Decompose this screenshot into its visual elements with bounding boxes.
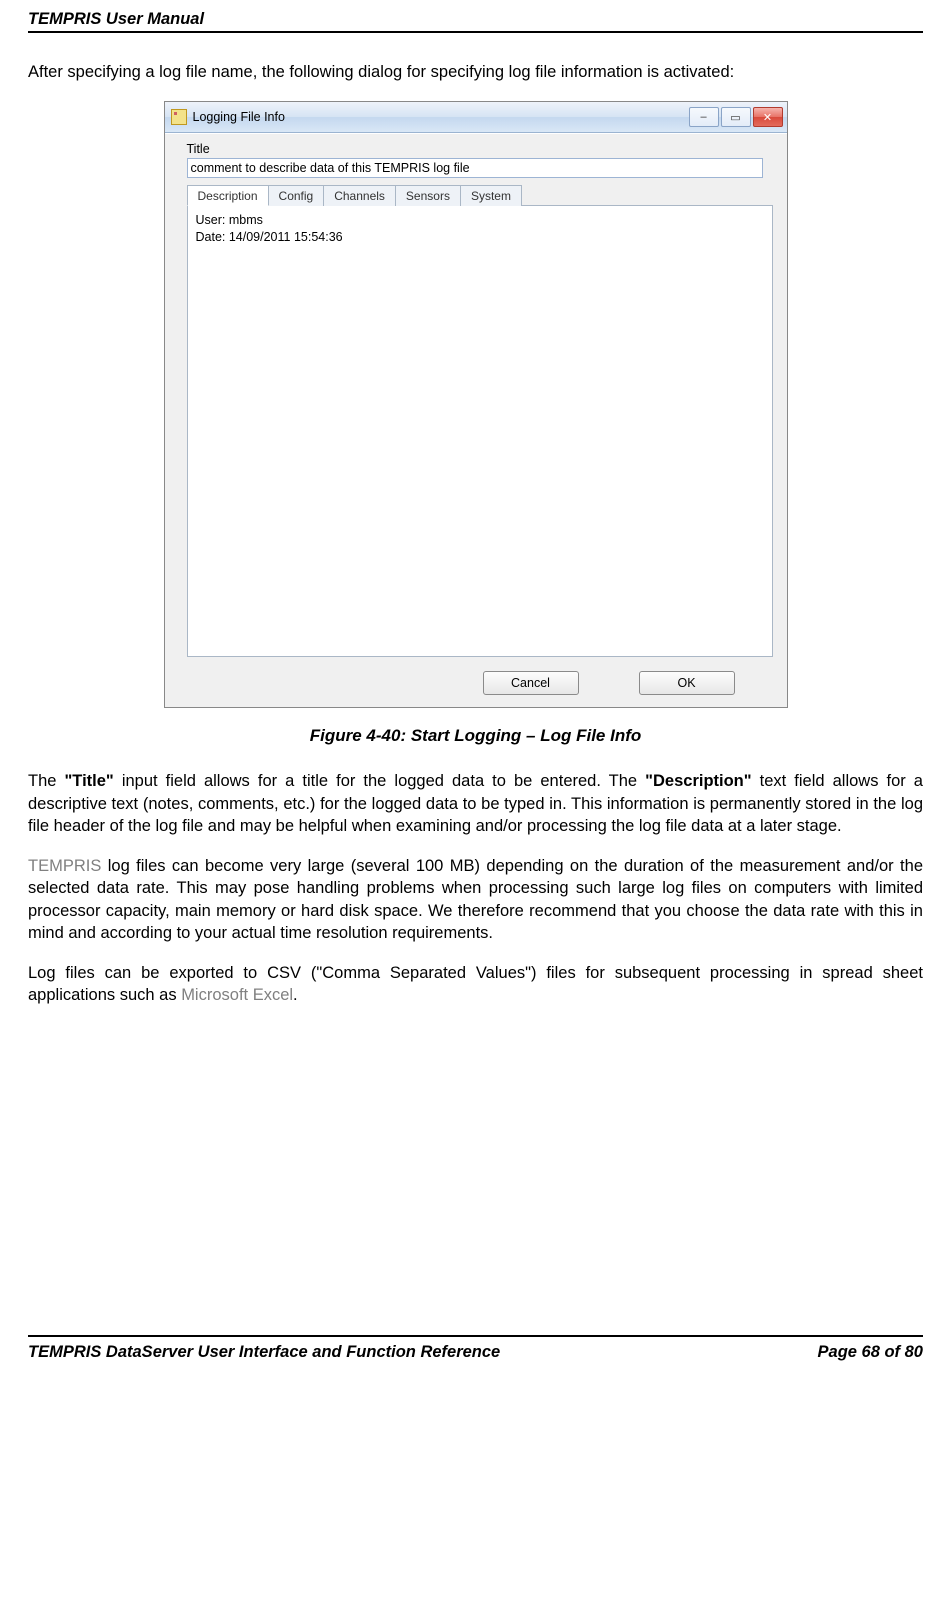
header-rule	[28, 31, 923, 33]
dialog-screenshot: Logging File Info – ▭ ✕ Title Descriptio…	[164, 101, 788, 708]
footer-rule	[28, 1335, 923, 1337]
paragraph-3: Log files can be exported to CSV ("Comma…	[28, 962, 923, 1007]
tab-strip: Description Config Channels Sensors Syst…	[187, 185, 779, 206]
footer-right: Page 68 of 80	[818, 1343, 923, 1362]
minimize-button[interactable]: –	[689, 107, 719, 127]
paragraph-1: The "Title" input field allows for a tit…	[28, 770, 923, 837]
cancel-button[interactable]: Cancel	[483, 671, 579, 695]
tab-system[interactable]: System	[460, 185, 522, 206]
title-input[interactable]	[187, 158, 763, 178]
description-pane[interactable]: User: mbms Date: 14/09/2011 15:54:36	[187, 205, 773, 657]
ok-button[interactable]: OK	[639, 671, 735, 695]
intro-paragraph: After specifying a log file name, the fo…	[28, 61, 923, 83]
doc-footer: TEMPRIS DataServer User Interface and Fu…	[28, 1339, 923, 1362]
tab-config[interactable]: Config	[268, 185, 325, 206]
window-icon	[171, 109, 187, 125]
maximize-button[interactable]: ▭	[721, 107, 751, 127]
close-button[interactable]: ✕	[753, 107, 783, 127]
tab-description[interactable]: Description	[187, 185, 269, 206]
doc-header: TEMPRIS User Manual	[28, 10, 923, 31]
title-label: Title	[187, 142, 779, 156]
footer-left: TEMPRIS DataServer User Interface and Fu…	[28, 1343, 500, 1362]
window-title-text: Logging File Info	[193, 110, 285, 124]
tab-sensors[interactable]: Sensors	[395, 185, 461, 206]
window-titlebar: Logging File Info – ▭ ✕	[165, 102, 787, 133]
figure-caption: Figure 4-40: Start Logging – Log File In…	[28, 726, 923, 746]
paragraph-2: TEMPRIS log files can become very large …	[28, 855, 923, 944]
tab-channels[interactable]: Channels	[323, 185, 396, 206]
